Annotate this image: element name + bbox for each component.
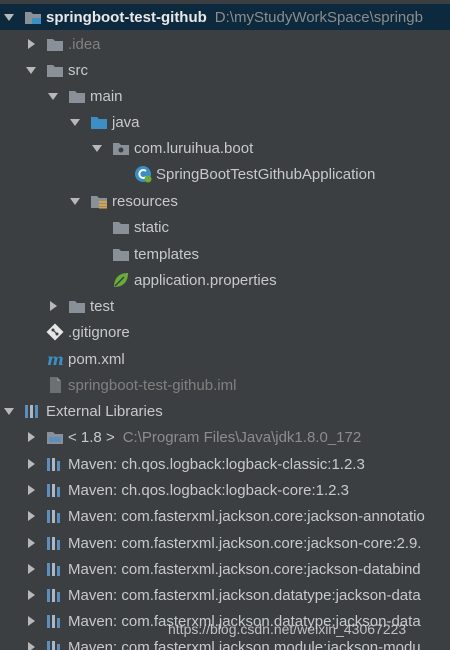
jdk-folder-icon xyxy=(46,428,64,446)
maven-library-icon xyxy=(46,586,64,604)
source-folder-icon xyxy=(90,113,108,131)
folder-templates-label: templates xyxy=(134,245,200,263)
tree-row-idea[interactable]: .idea xyxy=(0,31,450,57)
package-icon xyxy=(112,139,130,157)
svg-text:m: m xyxy=(47,350,64,368)
chevron-down-icon[interactable] xyxy=(2,404,16,418)
chevron-down-icon[interactable] xyxy=(68,115,82,129)
folder-src-label: src xyxy=(68,61,88,79)
maven-library-icon xyxy=(46,507,64,525)
tree-row-src[interactable]: src xyxy=(0,57,450,83)
pom-label: pom.xml xyxy=(68,350,125,368)
maven-lib-label: Maven: ch.qos.logback:logback-core:1.2.3 xyxy=(68,481,349,499)
tree-row-external-libraries[interactable]: External Libraries xyxy=(0,398,450,424)
spring-boot-class-icon xyxy=(134,165,152,183)
tree-row-app-class[interactable]: SpringBootTestGithubApplication xyxy=(0,161,450,187)
folder-idea-label: .idea xyxy=(68,35,101,53)
library-icon xyxy=(24,402,42,420)
maven-lib-label: Maven: ch.qos.logback:logback-classic:1.… xyxy=(68,455,365,473)
tree-row-maven-lib[interactable]: Maven: com.fasterxml.jackson.core:jackso… xyxy=(0,503,450,529)
chevron-down-icon[interactable] xyxy=(2,10,16,24)
folder-test-label: test xyxy=(90,297,115,315)
chevron-right-icon[interactable] xyxy=(24,562,38,576)
jdk-path: C:\Program Files\Java\jdk1.8.0_172 xyxy=(122,428,362,446)
maven-lib-label: Maven: com.fasterxml.jackson.core:jackso… xyxy=(68,507,425,525)
tree-row-pom[interactable]: m pom.xml xyxy=(0,346,450,372)
spring-leaf-icon xyxy=(112,271,130,289)
tree-row-project[interactable]: springboot-test-github D:\myStudyWorkSpa… xyxy=(0,4,450,30)
chevron-right-icon[interactable] xyxy=(24,37,38,51)
tree-row-java[interactable]: java xyxy=(0,109,450,135)
project-tree: springboot-test-github D:\myStudyWorkSpa… xyxy=(0,0,450,650)
project-path: D:\myStudyWorkSpace\springb xyxy=(214,8,423,26)
folder-icon xyxy=(46,61,64,79)
chevron-right-icon[interactable] xyxy=(24,640,38,650)
tree-row-resources[interactable]: resources xyxy=(0,188,450,214)
folder-icon xyxy=(68,87,86,105)
watermark: https://blog.csdn.net/weixin_43067223 xyxy=(168,621,407,637)
maven-lib-label: Maven: com.fasterxml.jackson.module:jack… xyxy=(68,638,421,650)
maven-library-icon xyxy=(46,560,64,578)
folder-icon xyxy=(112,218,130,236)
chevron-right-icon[interactable] xyxy=(24,588,38,602)
maven-library-icon xyxy=(46,481,64,499)
package-label: com.luruihua.boot xyxy=(134,139,254,157)
folder-resources-label: resources xyxy=(112,192,178,210)
folder-icon xyxy=(46,35,64,53)
maven-library-icon xyxy=(46,638,64,650)
chevron-right-icon[interactable] xyxy=(24,483,38,497)
chevron-right-icon[interactable] xyxy=(24,430,38,444)
folder-main-label: main xyxy=(90,87,123,105)
tree-row-templates[interactable]: templates xyxy=(0,241,450,267)
folder-icon xyxy=(112,245,130,263)
maven-library-icon xyxy=(46,612,64,630)
tree-row-iml[interactable]: springboot-test-github.iml xyxy=(0,372,450,398)
tree-row-maven-lib[interactable]: Maven: com.fasterxml.jackson.core:jackso… xyxy=(0,530,450,556)
resources-folder-icon xyxy=(90,192,108,210)
tree-row-static[interactable]: static xyxy=(0,214,450,240)
chevron-right-icon[interactable] xyxy=(24,509,38,523)
file-icon xyxy=(46,376,64,394)
tree-row-maven-lib[interactable]: Maven: ch.qos.logback:logback-classic:1.… xyxy=(0,451,450,477)
tree-row-test[interactable]: test xyxy=(0,293,450,319)
tree-row-maven-lib[interactable]: Maven: com.fasterxml.jackson.datatype:ja… xyxy=(0,582,450,608)
iml-label: springboot-test-github.iml xyxy=(68,376,237,394)
tree-row-gitignore[interactable]: .gitignore xyxy=(0,319,450,345)
chevron-down-icon[interactable] xyxy=(46,89,60,103)
maven-lib-label: Maven: com.fasterxml.jackson.datatype:ja… xyxy=(68,586,421,604)
maven-lib-label: Maven: com.fasterxml.jackson.core:jackso… xyxy=(68,560,421,578)
chevron-right-icon[interactable] xyxy=(46,299,60,313)
maven-lib-label: Maven: com.fasterxml.jackson.core:jackso… xyxy=(68,534,422,552)
chevron-right-icon[interactable] xyxy=(24,614,38,628)
tree-row-package[interactable]: com.luruihua.boot xyxy=(0,135,450,161)
tree-row-main[interactable]: main xyxy=(0,83,450,109)
project-folder-icon xyxy=(24,8,42,26)
chevron-right-icon[interactable] xyxy=(24,457,38,471)
maven-library-icon xyxy=(46,534,64,552)
gitignore-label: .gitignore xyxy=(68,323,130,341)
maven-icon: m xyxy=(46,350,64,368)
folder-java-label: java xyxy=(112,113,140,131)
chevron-down-icon[interactable] xyxy=(68,194,82,208)
folder-static-label: static xyxy=(134,218,170,236)
project-name: springboot-test-github xyxy=(46,8,207,26)
tree-row-app-props[interactable]: application.properties xyxy=(0,267,450,293)
folder-icon xyxy=(68,297,86,315)
tree-row-maven-lib[interactable]: Maven: com.fasterxml.jackson.core:jackso… xyxy=(0,556,450,582)
chevron-down-icon[interactable] xyxy=(90,141,104,155)
chevron-right-icon[interactable] xyxy=(24,536,38,550)
external-libraries-label: External Libraries xyxy=(46,402,163,420)
app-props-label: application.properties xyxy=(134,271,277,289)
maven-library-icon xyxy=(46,455,64,473)
tree-row-maven-lib[interactable]: Maven: ch.qos.logback:logback-core:1.2.3 xyxy=(0,477,450,503)
git-icon xyxy=(46,323,64,341)
chevron-down-icon[interactable] xyxy=(24,63,38,77)
app-class-label: SpringBootTestGithubApplication xyxy=(156,165,376,183)
jdk-label: < 1.8 > xyxy=(68,428,115,446)
tree-row-jdk[interactable]: < 1.8 > C:\Program Files\Java\jdk1.8.0_1… xyxy=(0,424,450,450)
